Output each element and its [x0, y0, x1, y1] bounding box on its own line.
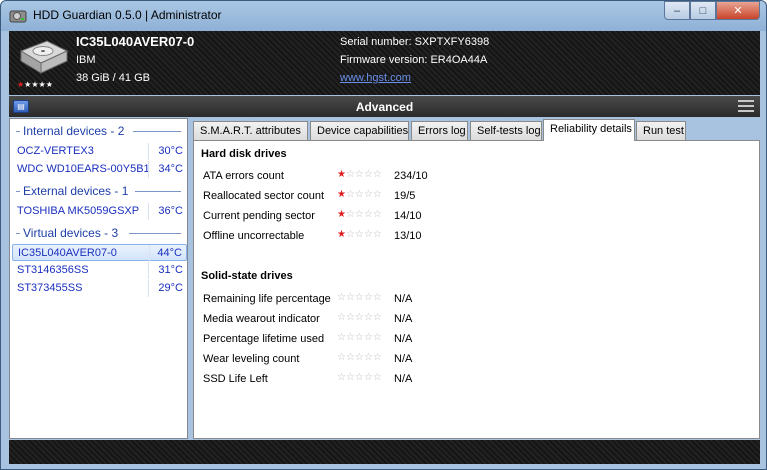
attribute-value: N/A	[394, 353, 413, 365]
hard-disk-icon	[19, 40, 69, 74]
group-internal-devices: Internal devices - 2	[10, 124, 187, 140]
rating-stars: ☆☆☆☆☆	[337, 352, 382, 363]
device-capacity: 38 GiB / 41 GB	[76, 72, 150, 84]
device-item[interactable]: OCZ-VERTEX3 30°C	[12, 143, 187, 160]
reliability-row: ATA errors count ★☆☆☆☆ 234/10	[203, 168, 603, 186]
device-header: ★★★★★ IC35L040AVER07-0 IBM 38 GiB / 41 G…	[9, 31, 760, 95]
group-title: External devices - 1	[23, 184, 133, 198]
device-name: OCZ-VERTEX3	[17, 145, 94, 157]
device-item[interactable]: WDC WD10EARS-00Y5B1 34°C	[12, 161, 187, 178]
device-temperature: 44°C	[157, 247, 182, 259]
reliability-details-page: Hard disk drives ATA errors count ★☆☆☆☆ …	[193, 140, 760, 439]
device-item[interactable]: ST3146356SS 31°C	[12, 262, 187, 279]
tab-smart-attributes[interactable]: S.M.A.R.T. attributes	[193, 121, 308, 140]
reliability-row: Wear leveling count ☆☆☆☆☆ N/A	[203, 351, 603, 369]
device-name: TOSHIBA MK5059GSXP	[17, 205, 140, 217]
rating-stars: ★☆☆☆☆	[337, 169, 382, 180]
menu-icon[interactable]	[738, 100, 754, 112]
tab-self-tests-log[interactable]: Self-tests log	[470, 121, 542, 140]
tab-errors-log[interactable]: Errors log	[411, 121, 468, 140]
attribute-value: 13/10	[394, 230, 422, 242]
device-list-panel: Internal devices - 2 OCZ-VERTEX3 30°C WD…	[9, 118, 188, 439]
rating-stars: ☆☆☆☆☆	[337, 292, 382, 303]
section-title-ssd: Solid-state drives	[201, 270, 293, 282]
device-item[interactable]: TOSHIBA MK5059GSXP 36°C	[12, 203, 187, 220]
attribute-label: Remaining life percentage	[203, 293, 331, 305]
rating-stars: ★☆☆☆☆	[337, 229, 382, 240]
attribute-value: N/A	[394, 313, 413, 325]
tab-run-test[interactable]: Run test	[636, 121, 686, 140]
attribute-value: 19/5	[394, 190, 416, 202]
group-title: Internal devices - 2	[23, 124, 129, 138]
attribute-value: 234/10	[394, 170, 428, 182]
attribute-label: Offline uncorrectable	[203, 230, 305, 242]
device-name: ST373455SS	[17, 282, 83, 294]
attribute-label: ATA errors count	[203, 170, 284, 182]
window-title: HDD Guardian 0.5.0 | Administrator	[33, 8, 222, 22]
title-bar[interactable]: HDD Guardian 0.5.0 | Administrator – □ ✕	[1, 1, 766, 31]
attribute-label: Wear leveling count	[203, 353, 300, 365]
attribute-value: N/A	[394, 293, 413, 305]
rating-stars: ☆☆☆☆☆	[337, 312, 382, 323]
attribute-label: SSD Life Left	[203, 373, 268, 385]
status-footer	[9, 440, 760, 464]
rating-stars: ★☆☆☆☆	[337, 189, 382, 200]
tab-strip: S.M.A.R.T. attributes Device capabilitie…	[193, 119, 760, 141]
drive-health-rating: ★★★★★	[17, 80, 53, 89]
attribute-label: Media wearout indicator	[203, 313, 320, 325]
close-button[interactable]: ✕	[716, 1, 760, 20]
device-model: IC35L040AVER07-0	[76, 34, 195, 49]
attribute-value: N/A	[394, 333, 413, 345]
app-window: HDD Guardian 0.5.0 | Administrator – □ ✕…	[0, 0, 767, 470]
reliability-row: Offline uncorrectable ★☆☆☆☆ 13/10	[203, 228, 603, 246]
attribute-value: N/A	[394, 373, 413, 385]
device-temperature: 31°C	[158, 264, 183, 276]
advanced-bar: ▤ Advanced	[9, 96, 760, 117]
advanced-title: Advanced	[355, 100, 414, 114]
group-title: Virtual devices - 3	[23, 226, 123, 240]
section-title-hdd: Hard disk drives	[201, 148, 287, 160]
reliability-row: Reallocated sector count ★☆☆☆☆ 19/5	[203, 188, 603, 206]
device-temperature: 36°C	[158, 205, 183, 217]
firmware-version: Firmware version: ER4OA44A	[340, 54, 488, 66]
attribute-label: Reallocated sector count	[203, 190, 325, 202]
device-item-selected[interactable]: IC35L040AVER07-0 44°C	[12, 244, 187, 262]
rating-stars: ☆☆☆☆☆	[337, 332, 382, 343]
attribute-value: 14/10	[394, 210, 422, 222]
reliability-row: Percentage lifetime used ☆☆☆☆☆ N/A	[203, 331, 603, 349]
device-temperature: 30°C	[158, 145, 183, 157]
minimize-button[interactable]: –	[664, 1, 690, 20]
hdd-app-icon	[9, 10, 27, 23]
details-panel: S.M.A.R.T. attributes Device capabilitie…	[193, 119, 760, 439]
rating-stars: ☆☆☆☆☆	[337, 372, 382, 383]
device-brand: IBM	[76, 54, 96, 66]
reliability-row: Current pending sector ★☆☆☆☆ 14/10	[203, 208, 603, 226]
device-temperature: 29°C	[158, 282, 183, 294]
reliability-row: Remaining life percentage ☆☆☆☆☆ N/A	[203, 291, 603, 309]
attribute-label: Percentage lifetime used	[203, 333, 325, 345]
attribute-label: Current pending sector	[203, 210, 315, 222]
manufacturer-link[interactable]: www.hgst.com	[340, 72, 411, 84]
reliability-row: Media wearout indicator ☆☆☆☆☆ N/A	[203, 311, 603, 329]
rating-star-empty: ★★★★	[24, 80, 53, 89]
tab-device-capabilities[interactable]: Device capabilities	[310, 121, 409, 140]
maximize-button[interactable]: □	[690, 1, 716, 20]
device-item[interactable]: ST373455SS 29°C	[12, 280, 187, 297]
group-virtual-devices: Virtual devices - 3	[10, 226, 187, 242]
window-controls: – □ ✕	[664, 1, 760, 20]
device-name: ST3146356SS	[17, 264, 89, 276]
device-temperature: 34°C	[158, 163, 183, 175]
device-name: IC35L040AVER07-0	[18, 247, 117, 259]
rating-stars: ★☆☆☆☆	[337, 209, 382, 220]
reliability-row: SSD Life Left ☆☆☆☆☆ N/A	[203, 371, 603, 389]
group-external-devices: External devices - 1	[10, 184, 187, 200]
serial-number: Serial number: SXPTXFY6398	[340, 36, 490, 48]
device-name: WDC WD10EARS-00Y5B1	[17, 163, 150, 175]
tab-reliability-details[interactable]: Reliability details	[543, 119, 635, 141]
